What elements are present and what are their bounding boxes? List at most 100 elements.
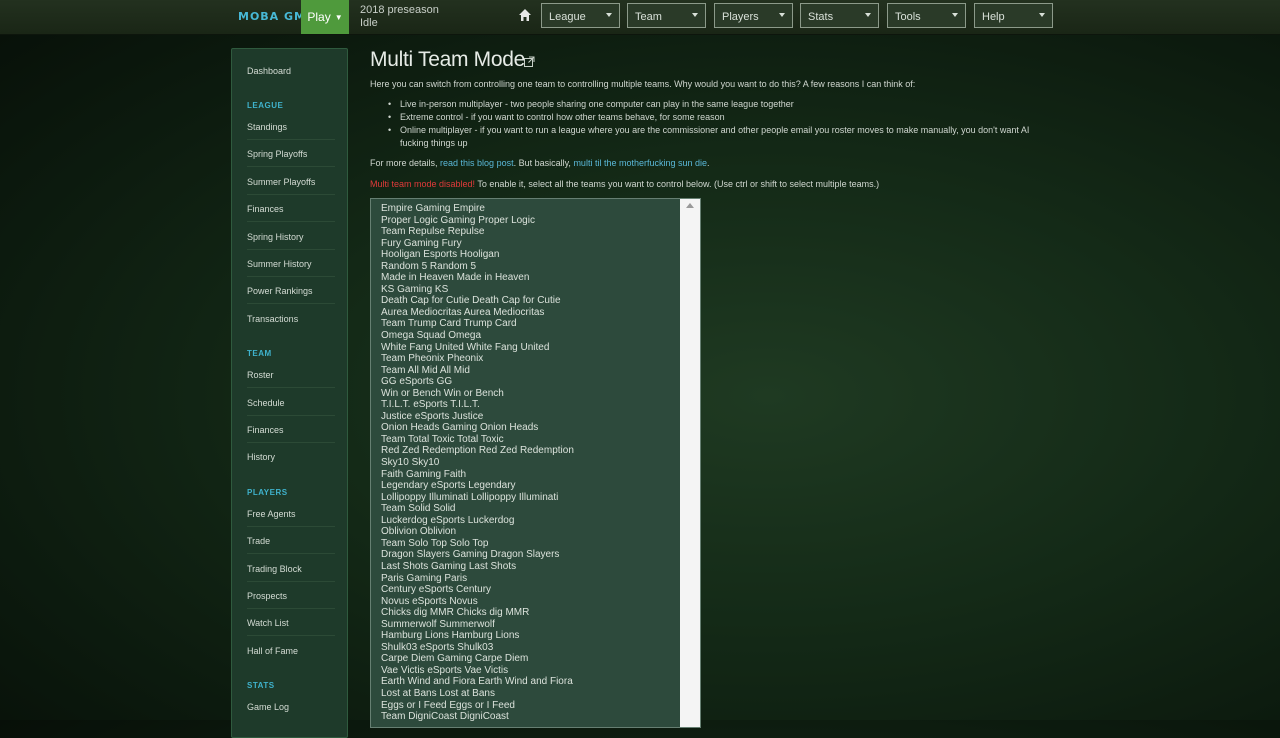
season-status: 2018 preseason Idle — [360, 4, 439, 30]
sidebar-item-spring-playoffs[interactable]: Spring Playoffs — [247, 141, 335, 167]
team-option[interactable]: KS Gaming KS — [381, 284, 574, 296]
team-option[interactable]: Hooligan Esports Hooligan — [381, 249, 574, 261]
sidebar-item-summer-history[interactable]: Summer History — [247, 251, 335, 277]
team-option[interactable]: Paris Gaming Paris — [381, 573, 574, 585]
team-option[interactable]: Hamburg Lions Hamburg Lions — [381, 630, 574, 642]
players-menu-label: Players — [722, 11, 759, 23]
page-title: Multi Team Mode — [370, 48, 526, 71]
team-option[interactable]: White Fang United White Fang United — [381, 342, 574, 354]
stats-menu[interactable]: Stats — [800, 3, 879, 28]
team-option[interactable]: Team Total Toxic Total Toxic — [381, 434, 574, 446]
sidebar-item-dashboard[interactable]: Dashboard — [247, 58, 335, 84]
sidebar-item-transactions[interactable]: Transactions — [247, 306, 335, 332]
team-option[interactable]: Empire Gaming Empire — [381, 203, 574, 215]
team-option[interactable]: Luckerdog eSports Luckerdog — [381, 515, 574, 527]
help-menu[interactable]: Help — [974, 3, 1053, 28]
more-prefix: For more details, — [370, 158, 441, 168]
team-option[interactable]: Omega Squad Omega — [381, 330, 574, 342]
team-option[interactable]: Team Trump Card Trump Card — [381, 318, 574, 330]
list-item: Online multiplayer - if you want to run … — [388, 124, 1050, 150]
chevron-down-icon — [952, 13, 958, 17]
team-option[interactable]: Vae Victis eSports Vae Victis — [381, 665, 574, 677]
team-option[interactable]: Lost at Bans Lost at Bans — [381, 688, 574, 700]
sidebar-item-team-history[interactable]: History — [247, 444, 335, 470]
sidebar-item-watch-list[interactable]: Watch List — [247, 610, 335, 636]
sidebar-item-summer-playoffs[interactable]: Summer Playoffs — [247, 169, 335, 195]
team-option[interactable]: Earth Wind and Fiora Earth Wind and Fior… — [381, 676, 574, 688]
sidebar-item-free-agents[interactable]: Free Agents — [247, 501, 335, 527]
scroll-up-icon[interactable] — [686, 203, 694, 208]
sidebar-item-standings[interactable]: Standings — [247, 114, 335, 140]
home-icon[interactable] — [518, 8, 532, 22]
team-option[interactable]: Dragon Slayers Gaming Dragon Slayers — [381, 549, 574, 561]
team-option[interactable]: Faith Gaming Faith — [381, 469, 574, 481]
stats-menu-label: Stats — [808, 11, 834, 23]
sidebar-item-team-finances[interactable]: Finances — [247, 417, 335, 443]
team-menu[interactable]: Team — [627, 3, 706, 28]
sidebar-item-power-rankings[interactable]: Power Rankings — [247, 278, 335, 304]
league-menu[interactable]: League — [541, 3, 620, 28]
sidebar-item-schedule[interactable]: Schedule — [247, 390, 335, 416]
team-option[interactable]: Team All Mid All Mid — [381, 365, 574, 377]
sidebar-item-spring-history[interactable]: Spring History — [247, 224, 335, 250]
status-instructions: To enable it, select all the teams you w… — [475, 179, 880, 189]
team-option[interactable]: Win or Bench Win or Bench — [381, 388, 574, 400]
sidebar-item-prospects[interactable]: Prospects — [247, 583, 335, 609]
sidebar-item-league-finances[interactable]: Finances — [247, 196, 335, 222]
team-option[interactable]: Last Shots Gaming Last Shots — [381, 561, 574, 573]
team-option[interactable]: Death Cap for Cutie Death Cap for Cutie — [381, 295, 574, 307]
tools-menu[interactable]: Tools — [887, 3, 966, 28]
team-option[interactable]: Team Solo Top Solo Top — [381, 538, 574, 550]
team-option[interactable]: Fury Gaming Fury — [381, 238, 574, 250]
sidebar-item-hall-of-fame[interactable]: Hall of Fame — [247, 638, 335, 664]
team-option[interactable]: Summerwolf Summerwolf — [381, 619, 574, 631]
reasons-list: Live in-person multiplayer - two people … — [388, 98, 1050, 150]
chevron-down-icon: ▼ — [334, 12, 343, 22]
team-select-list[interactable]: Empire Gaming Empire Proper Logic Gaming … — [370, 198, 701, 728]
team-option[interactable]: Novus eSports Novus — [381, 596, 574, 608]
blog-post-link[interactable]: read this blog post — [440, 158, 514, 168]
sidebar-item-trading-block[interactable]: Trading Block — [247, 556, 335, 582]
chevron-down-icon — [779, 13, 785, 17]
team-option[interactable]: Onion Heads Gaming Onion Heads — [381, 422, 574, 434]
sidebar-item-trade[interactable]: Trade — [247, 528, 335, 554]
team-options: Empire Gaming Empire Proper Logic Gaming … — [381, 203, 574, 723]
sidebar-section-league: LEAGUE — [247, 101, 284, 110]
external-link-icon[interactable] — [524, 56, 535, 67]
sidebar-item-game-log[interactable]: Game Log — [247, 694, 335, 720]
team-option[interactable]: Lollipoppy Illuminati Lollipoppy Illumin… — [381, 492, 574, 504]
team-option[interactable]: Shulk03 eSports Shulk03 — [381, 642, 574, 654]
team-option[interactable]: Team Repulse Repulse — [381, 226, 574, 238]
team-option[interactable]: Red Zed Redemption Red Zed Redemption — [381, 445, 574, 457]
team-option[interactable]: Sky10 Sky10 — [381, 457, 574, 469]
play-menu-button[interactable]: Play ▼ — [301, 0, 349, 34]
more-details-text: For more details, read this blog post. B… — [370, 158, 710, 168]
team-option[interactable]: Chicks dig MMR Chicks dig MMR — [381, 607, 574, 619]
team-option[interactable]: Carpe Diem Gaming Carpe Diem — [381, 653, 574, 665]
players-menu[interactable]: Players — [714, 3, 793, 28]
team-option[interactable]: Team Solid Solid — [381, 503, 574, 515]
team-option[interactable]: T.I.L.T. eSports T.I.L.T. — [381, 399, 574, 411]
team-option[interactable]: Made in Heaven Made in Heaven — [381, 272, 574, 284]
team-option[interactable]: Aurea Mediocritas Aurea Mediocritas — [381, 307, 574, 319]
top-navbar: MOBA GM Play ▼ 2018 preseason Idle Leagu… — [0, 0, 1280, 35]
brand-logo[interactable]: MOBA GM — [238, 10, 306, 23]
team-option[interactable]: Century eSports Century — [381, 584, 574, 596]
sidebar-nav: Dashboard LEAGUE Standings Spring Playof… — [231, 48, 348, 738]
team-option[interactable]: Proper Logic Gaming Proper Logic — [381, 215, 574, 227]
sidebar-item-roster[interactable]: Roster — [247, 362, 335, 388]
status-badge: Multi team mode disabled! — [370, 179, 476, 189]
team-option[interactable]: Oblivion Oblivion — [381, 526, 574, 538]
team-option[interactable]: Eggs or I Feed Eggs or I Feed — [381, 700, 574, 712]
team-option[interactable]: Justice eSports Justice — [381, 411, 574, 423]
multi-link[interactable]: multi til the motherfucking sun die — [573, 158, 707, 168]
team-option[interactable]: Team Pheonix Pheonix — [381, 353, 574, 365]
chevron-down-icon — [1039, 13, 1045, 17]
team-option[interactable]: GG eSports GG — [381, 376, 574, 388]
scrollbar[interactable] — [680, 199, 700, 727]
team-option[interactable]: Random 5 Random 5 — [381, 261, 574, 273]
chevron-down-icon — [606, 13, 612, 17]
team-option[interactable]: Team DigniCoast DigniCoast — [381, 711, 574, 723]
team-option[interactable]: Legendary eSports Legendary — [381, 480, 574, 492]
intro-text: Here you can switch from controlling one… — [370, 79, 916, 89]
